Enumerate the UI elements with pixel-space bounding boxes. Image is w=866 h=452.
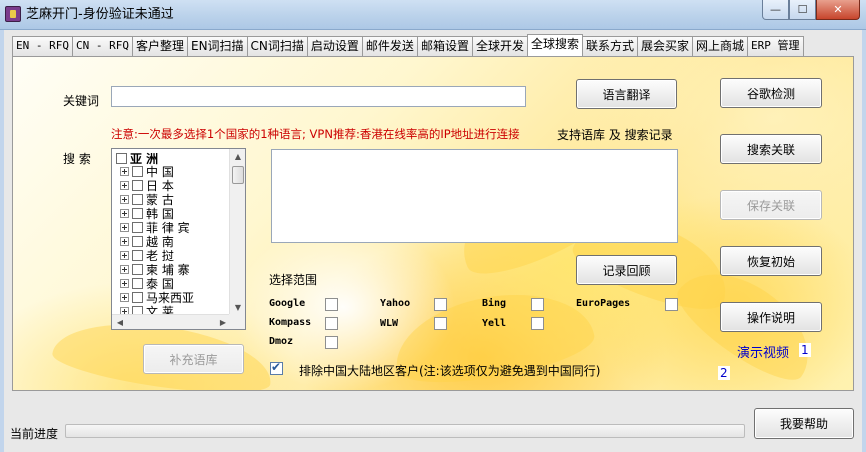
tab-contact-info[interactable]: 联系方式: [581, 36, 638, 56]
search-label: 搜 索: [63, 152, 91, 166]
demo-video-link-1[interactable]: 1: [799, 343, 811, 357]
engine-kompass-checkbox[interactable]: [325, 317, 338, 330]
expand-icon[interactable]: [120, 278, 129, 288]
progress-bar: [65, 424, 745, 438]
engine-yahoo-label: Yahoo: [380, 298, 411, 309]
instructions-button[interactable]: 操作说明: [720, 302, 822, 332]
tab-global-search[interactable]: 全球搜索: [526, 34, 583, 56]
tab-customer-organize[interactable]: 客户整理: [131, 36, 188, 56]
tab-online-mall[interactable]: 网上商城: [692, 36, 749, 56]
minimize-button[interactable]: —: [762, 0, 789, 20]
progress-label: 当前进度: [10, 427, 59, 441]
expand-icon[interactable]: [120, 194, 129, 204]
keyword-label: 关键词: [63, 94, 100, 108]
expand-icon[interactable]: [120, 222, 129, 232]
engine-yahoo-checkbox[interactable]: [434, 298, 447, 311]
expand-icon[interactable]: [120, 264, 129, 274]
tree-checkbox[interactable]: [132, 235, 143, 247]
maximize-icon: ☐: [797, 3, 808, 16]
app-icon: [5, 6, 21, 22]
tree-checkbox[interactable]: [132, 179, 143, 191]
maximize-button[interactable]: ☐: [789, 0, 816, 20]
save-related-button[interactable]: 保存关联: [720, 190, 822, 220]
engine-dmoz-label: Dmoz: [269, 336, 294, 347]
expand-icon[interactable]: [120, 208, 129, 218]
tree-checkbox[interactable]: [132, 291, 143, 303]
country-tree[interactable]: 亚 洲 中 国 日 本 蒙 古 韩 国 菲 律 宾 越 南 老 挝 柬 埔 寨 …: [111, 148, 246, 330]
tree-vertical-scrollbar[interactable]: ▲ ▼: [229, 149, 245, 315]
engine-dmoz-checkbox[interactable]: [325, 336, 338, 349]
engine-yell-checkbox[interactable]: [531, 317, 544, 330]
close-icon: ✕: [833, 3, 843, 16]
tree-checkbox[interactable]: [132, 221, 143, 233]
support-library-text: 支持语库 及 搜索记录: [557, 128, 673, 142]
tree-horizontal-scrollbar[interactable]: ◀ ▶: [112, 314, 231, 329]
title-bar: 芝麻开门-身份验证未通过 — ☐ ✕: [0, 0, 866, 30]
history-button[interactable]: 记录回顾: [576, 255, 677, 285]
help-button[interactable]: 我要帮助: [754, 408, 854, 439]
close-button[interactable]: ✕: [816, 0, 860, 20]
scroll-thumb[interactable]: [232, 166, 244, 184]
tab-erp-manage[interactable]: ERP 管理: [747, 36, 804, 56]
engine-google-label: Google: [269, 298, 306, 309]
expand-icon[interactable]: [120, 236, 129, 246]
engine-bing-checkbox[interactable]: [531, 298, 544, 311]
tab-cn-word-scan[interactable]: CN词扫描: [246, 36, 308, 56]
engine-wlw-label: WLW: [380, 318, 399, 329]
tree-checkbox[interactable]: [132, 165, 143, 177]
tab-bar: EN - RFQ CN - RFQ 客户整理 EN词扫描 CN词扫描 启动设置 …: [12, 34, 804, 56]
tree-checkbox[interactable]: [132, 193, 143, 205]
scroll-left-icon[interactable]: ◀: [112, 315, 128, 329]
tree-checkbox[interactable]: [132, 249, 143, 261]
supplement-library-button[interactable]: 补充语库: [143, 344, 244, 374]
keyword-input[interactable]: [111, 86, 526, 107]
engine-kompass-label: Kompass: [269, 317, 312, 328]
demo-video-link-2[interactable]: 2: [718, 366, 730, 380]
exclude-china-label: 排除中国大陆地区客户(注:该选项仅为避免遇到中国同行): [299, 364, 601, 378]
tab-exhibition-buyers[interactable]: 展会买家: [637, 36, 694, 56]
tree-checkbox[interactable]: [132, 277, 143, 289]
expand-icon[interactable]: [120, 292, 129, 302]
expand-icon[interactable]: [120, 180, 129, 190]
tab-mail-send[interactable]: 邮件发送: [361, 36, 418, 56]
scope-label: 选择范围: [269, 273, 318, 287]
minimize-icon: —: [770, 3, 781, 16]
google-check-button[interactable]: 谷歌检测: [720, 78, 822, 108]
engine-bing-label: Bing: [482, 298, 507, 309]
notice-text: 注意:一次最多选择1个国家的1种语言; VPN推荐:香港在线率高的IP地址进行连…: [111, 127, 520, 141]
engine-europages-checkbox[interactable]: [665, 298, 678, 311]
tree-checkbox[interactable]: [132, 263, 143, 275]
engine-europages-label: EuroPages: [576, 298, 631, 309]
tab-startup-settings[interactable]: 启动设置: [306, 36, 363, 56]
scroll-up-icon[interactable]: ▲: [230, 149, 245, 164]
scrollbar-corner: [229, 314, 245, 329]
expand-icon[interactable]: [120, 250, 129, 260]
engine-yell-label: Yell: [482, 318, 507, 329]
tab-mailbox-settings[interactable]: 邮箱设置: [416, 36, 473, 56]
tab-en-word-scan[interactable]: EN词扫描: [186, 36, 248, 56]
tree-checkbox[interactable]: [132, 207, 143, 219]
translate-button[interactable]: 语言翻译: [576, 79, 677, 109]
search-related-button[interactable]: 搜索关联: [720, 134, 822, 164]
search-records-area[interactable]: [271, 149, 678, 243]
tab-cn-rfq[interactable]: CN - RFQ: [71, 36, 133, 56]
engine-wlw-checkbox[interactable]: [434, 317, 447, 330]
expand-icon[interactable]: [120, 166, 129, 176]
exclude-china-checkbox[interactable]: [270, 360, 283, 375]
restore-initial-button[interactable]: 恢复初始: [720, 246, 822, 276]
demo-video-label: 演示视频: [737, 346, 790, 361]
engine-google-checkbox[interactable]: [325, 298, 338, 311]
tab-global-develop[interactable]: 全球开发: [471, 36, 528, 56]
scroll-down-icon[interactable]: ▼: [230, 300, 245, 315]
tree-checkbox[interactable]: [116, 153, 127, 164]
window-title: 芝麻开门-身份验证未通过: [26, 7, 174, 22]
tab-en-rfq[interactable]: EN - RFQ: [12, 36, 73, 56]
